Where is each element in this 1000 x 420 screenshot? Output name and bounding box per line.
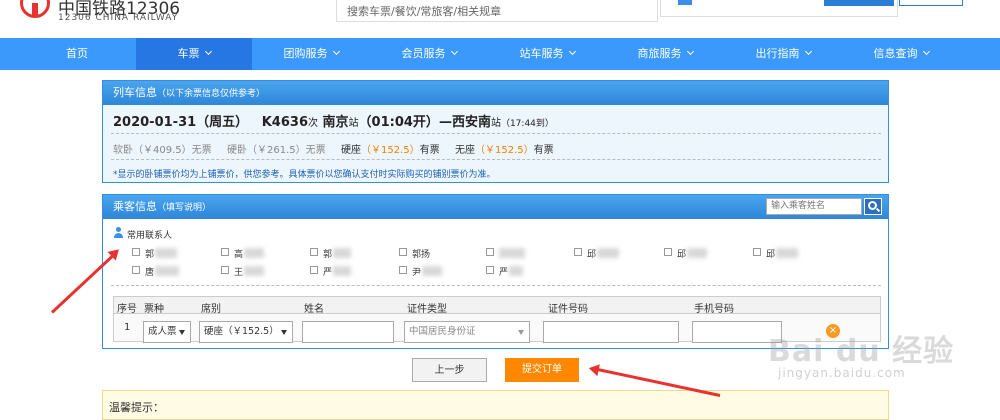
contact-checkbox[interactable] bbox=[486, 248, 494, 256]
chevron-down-icon bbox=[332, 47, 340, 56]
redacted-mark bbox=[333, 248, 351, 258]
divider bbox=[111, 159, 881, 160]
caret-down-icon bbox=[281, 330, 287, 335]
contact-name: 王 bbox=[234, 268, 244, 278]
site-search-input[interactable]: 搜索车票/餐饮/常旅客/相关规章 bbox=[336, 0, 658, 22]
chevron-down-icon bbox=[450, 47, 458, 56]
redacted-mark bbox=[687, 248, 707, 258]
contact-name: 尹 bbox=[412, 268, 422, 278]
contact-checkbox[interactable] bbox=[399, 266, 407, 274]
seat-type-select[interactable]: 硬座（￥152.5） bbox=[199, 321, 293, 343]
contact-checkbox[interactable] bbox=[753, 248, 761, 256]
register-button[interactable] bbox=[899, 0, 963, 6]
contact-name: 邱 bbox=[677, 250, 687, 260]
redacted-mark bbox=[155, 266, 179, 276]
from-station: 南京 bbox=[322, 115, 349, 130]
divider bbox=[111, 285, 881, 286]
back-button[interactable]: 上一步 bbox=[412, 358, 487, 382]
caret-down-icon bbox=[179, 330, 185, 335]
contact-name: 高 bbox=[234, 250, 244, 260]
contact-name: 唐 bbox=[145, 268, 155, 278]
redacted-mark bbox=[499, 248, 525, 258]
contact-checkbox[interactable] bbox=[221, 266, 229, 274]
baidu-watermark: Bai du 经验 bbox=[768, 334, 955, 369]
contact-checkbox[interactable] bbox=[221, 248, 229, 256]
redacted-mark bbox=[509, 266, 523, 276]
chevron-down-icon bbox=[204, 47, 212, 56]
passenger-name-input[interactable] bbox=[302, 321, 394, 343]
user-icon bbox=[113, 227, 124, 238]
login-button[interactable] bbox=[824, 0, 894, 6]
contacts-label: 常用联系人 bbox=[127, 231, 173, 241]
redacted-mark bbox=[333, 266, 351, 276]
nav-item-tickets[interactable]: 车票 bbox=[136, 38, 252, 70]
redacted-mark bbox=[422, 266, 442, 276]
nav-item-member[interactable]: 会员服务 bbox=[370, 38, 488, 70]
contact-name: 严 bbox=[499, 268, 509, 278]
nav-item-home[interactable]: 首页 bbox=[18, 38, 136, 70]
contact-name: 郭 bbox=[145, 250, 155, 260]
nav-item-business[interactable]: 商旅服务 bbox=[606, 38, 724, 70]
contact-checkbox[interactable] bbox=[486, 266, 494, 274]
contact-name: 邱 bbox=[587, 250, 597, 260]
main-nav: 首页 车票 团购服务 会员服务 站车服务 商旅服务 出行指南 信息查询 bbox=[0, 38, 1000, 70]
contact-checkbox[interactable] bbox=[664, 248, 672, 256]
contact-checkbox[interactable] bbox=[310, 266, 318, 274]
travel-date: 2020-01-31（周五） bbox=[113, 115, 249, 130]
contact-name: 郭扬 bbox=[412, 250, 431, 260]
passenger-search-input[interactable]: 输入乘客姓名 bbox=[766, 198, 862, 215]
to-station: 西安南 bbox=[451, 115, 491, 130]
id-type-select[interactable]: 中国居民身份证 bbox=[404, 321, 530, 343]
contact-checkbox[interactable] bbox=[132, 248, 140, 256]
tips-panel: 温馨提示： bbox=[102, 390, 889, 420]
tips-title: 温馨提示： bbox=[109, 401, 164, 414]
contact-name: 郭 bbox=[323, 250, 333, 260]
nav-item-station[interactable]: 站车服务 bbox=[488, 38, 606, 70]
seat-no-seat: 无座（￥152.5）有票 bbox=[455, 145, 554, 156]
contact-name: 严 bbox=[323, 268, 333, 278]
ticket-type-select[interactable]: 成人票 bbox=[143, 321, 191, 343]
chevron-down-icon bbox=[686, 47, 694, 56]
contact-checkbox[interactable] bbox=[574, 248, 582, 256]
submit-order-button[interactable]: 提交订单 bbox=[505, 358, 579, 382]
divider bbox=[111, 133, 881, 134]
seat-hard-seat: 硬座（￥152.5）有票 bbox=[341, 145, 440, 156]
redacted-mark bbox=[244, 266, 264, 276]
redacted-mark bbox=[244, 248, 264, 258]
redacted-mark bbox=[597, 248, 619, 258]
price-note: *显示的卧铺票价均为上铺票价，供您参考。具体票价以您确认支付时实际购买的铺别票价… bbox=[113, 170, 496, 180]
railway-logo-icon[interactable] bbox=[20, 0, 50, 18]
id-number-input[interactable] bbox=[543, 321, 679, 343]
nav-item-query[interactable]: 信息查询 bbox=[842, 38, 960, 70]
chevron-down-icon bbox=[922, 47, 930, 56]
train-summary: 2020-01-31（周五） K4636次 南京站（01:04开）—西安南站（1… bbox=[113, 115, 554, 130]
contact-checkbox[interactable] bbox=[132, 266, 140, 274]
arrive-time: （17:44到） bbox=[500, 119, 554, 129]
search-button[interactable] bbox=[678, 0, 692, 5]
search-icon[interactable] bbox=[864, 198, 882, 215]
baidu-watermark-url: jingyan.baidu.com bbox=[778, 366, 906, 380]
nav-item-group[interactable]: 团购服务 bbox=[252, 38, 370, 70]
train-info-panel: 列车信息（以下余票信息仅供参考） 2020-01-31（周五） K4636次 南… bbox=[102, 80, 889, 183]
redacted-mark bbox=[776, 248, 798, 258]
depart-time: （01:04开） bbox=[358, 115, 439, 130]
logo-subtitle: 12306 CHINA RAILWAY bbox=[58, 13, 179, 23]
seat-hard-sleeper: 硬卧（￥261.5）无票 bbox=[227, 145, 326, 156]
contact-name: 邱 bbox=[766, 250, 776, 260]
seat-soft-sleeper: 软卧（￥409.5）无票 bbox=[113, 145, 212, 156]
contact-checkbox[interactable] bbox=[310, 248, 318, 256]
chevron-down-icon bbox=[804, 47, 812, 56]
train-info-header: 列车信息（以下余票信息仅供参考） bbox=[103, 81, 888, 105]
train-number: K4636 bbox=[261, 115, 308, 130]
nav-item-guide[interactable]: 出行指南 bbox=[724, 38, 842, 70]
caret-down-icon bbox=[518, 330, 524, 335]
redacted-mark bbox=[155, 248, 177, 258]
passenger-table-header: 序号 票种 席别 姓名 证件类型 证件号码 手机号码 bbox=[113, 296, 881, 315]
chevron-down-icon bbox=[568, 47, 576, 56]
contact-checkbox[interactable] bbox=[399, 248, 407, 256]
